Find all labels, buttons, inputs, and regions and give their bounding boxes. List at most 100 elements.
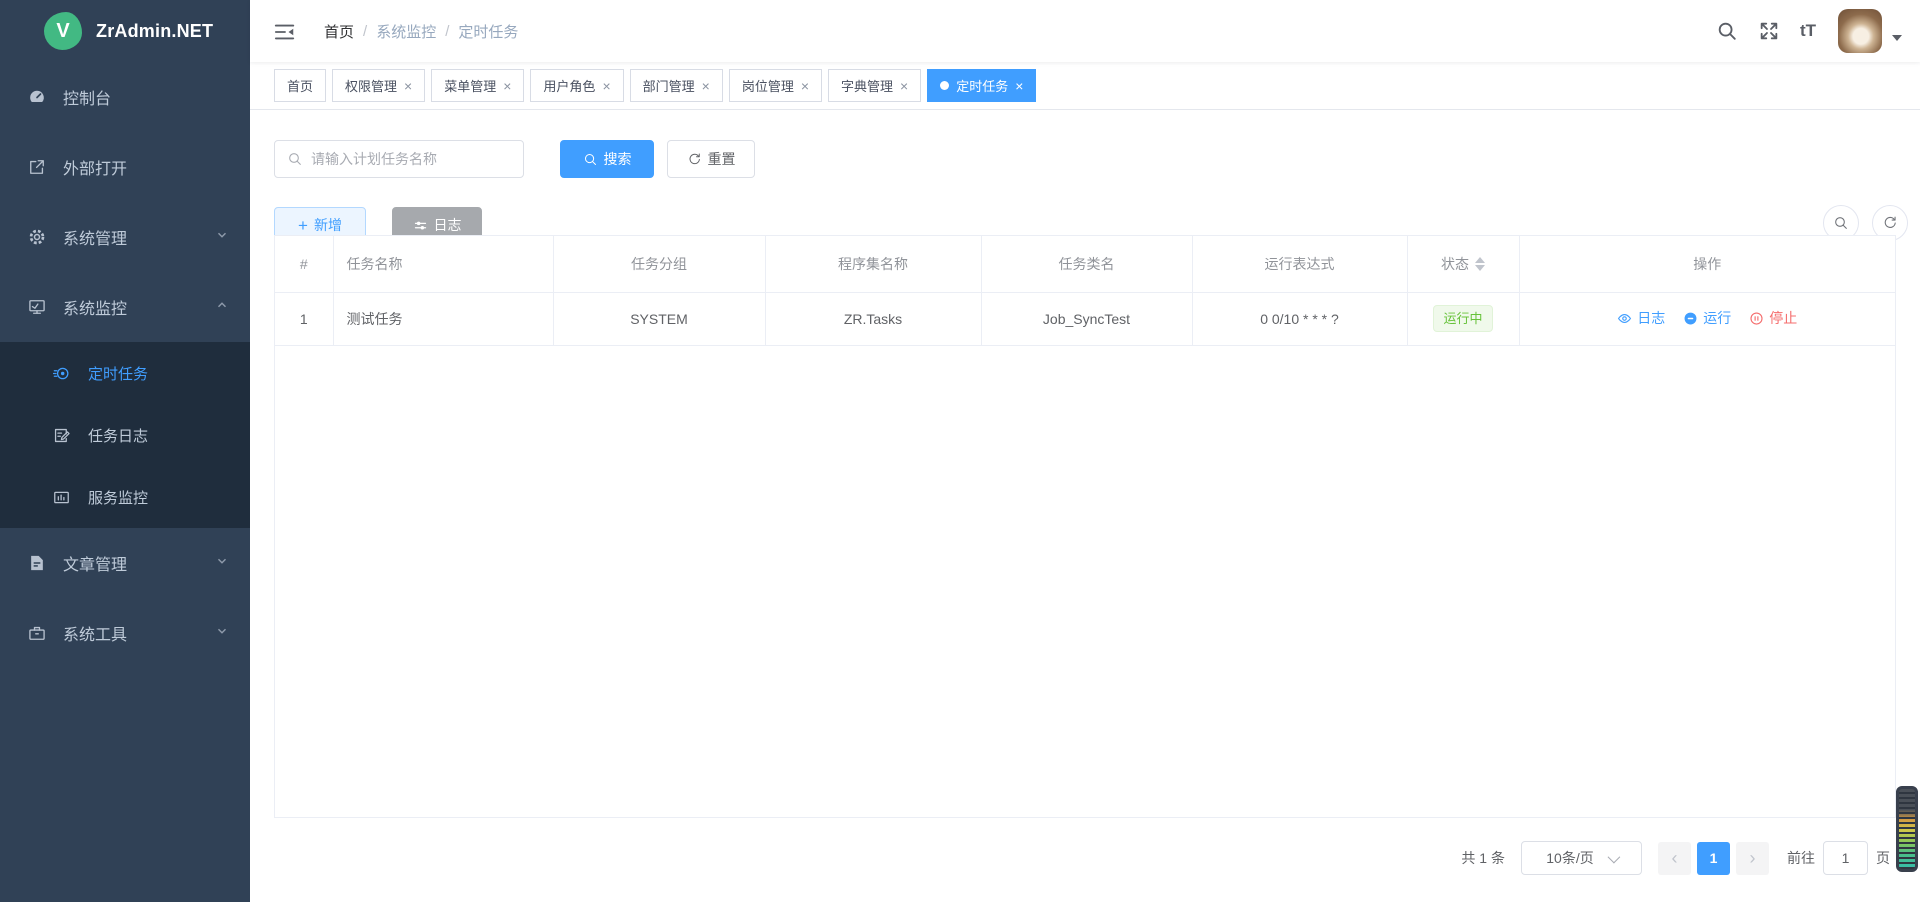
- prev-page-button[interactable]: ‹: [1658, 842, 1691, 875]
- breadcrumb-separator: /: [363, 23, 367, 40]
- sidebar-item-label: 系统监控: [63, 295, 127, 319]
- active-dot: [940, 81, 949, 90]
- sidebar-item-scheduled-tasks[interactable]: 定时任务: [0, 342, 250, 404]
- close-icon[interactable]: ×: [702, 79, 710, 93]
- stop-icon: [1749, 311, 1764, 326]
- row-stop-link[interactable]: 停止: [1749, 308, 1797, 328]
- sidebar: V ZrAdmin.NET 控制台 外部打开 系统管理: [0, 0, 250, 902]
- row-log-link[interactable]: 日志: [1617, 308, 1665, 328]
- next-page-button[interactable]: ›: [1736, 842, 1769, 875]
- tab-menu-management[interactable]: 菜单管理×: [431, 69, 524, 102]
- cell-cron: 0 0/10 * * * ?: [1192, 292, 1407, 345]
- gear-icon: [27, 227, 47, 247]
- monitor-icon: [27, 297, 47, 317]
- tab-label: 权限管理: [345, 76, 397, 95]
- sidebar-item-label: 文章管理: [63, 551, 127, 575]
- sidebar-item-system-management[interactable]: 系统管理: [0, 202, 250, 272]
- column-job-class: 任务类名: [981, 236, 1192, 292]
- cell-index: 1: [275, 292, 333, 345]
- run-icon: [1683, 311, 1698, 326]
- tab-label: 用户角色: [543, 76, 595, 95]
- row-run-link[interactable]: 运行: [1683, 308, 1731, 328]
- goto-page-input[interactable]: [1823, 841, 1868, 875]
- sidebar-item-label: 服务监控: [88, 487, 148, 508]
- close-icon[interactable]: ×: [602, 79, 610, 93]
- sort-desc-icon[interactable]: [1475, 265, 1485, 271]
- sliders-icon: [413, 218, 428, 233]
- sidebar-item-system-monitor[interactable]: 系统监控: [0, 272, 250, 342]
- cell-task-group: SYSTEM: [553, 292, 765, 345]
- sidebar-item-article-management[interactable]: 文章管理: [0, 528, 250, 598]
- close-icon[interactable]: ×: [503, 79, 511, 93]
- sort-asc-icon[interactable]: [1475, 257, 1485, 263]
- cell-assembly: ZR.Tasks: [765, 292, 981, 345]
- sidebar-item-label: 系统管理: [63, 225, 127, 249]
- tab-department-management[interactable]: 部门管理×: [630, 69, 723, 102]
- task-name-input[interactable]: [311, 151, 511, 167]
- logo-letter: V: [56, 20, 69, 43]
- sidebar-item-task-logs[interactable]: 任务日志: [0, 404, 250, 466]
- caret-down-icon[interactable]: [1892, 35, 1902, 41]
- close-icon[interactable]: ×: [1015, 79, 1023, 93]
- close-icon[interactable]: ×: [801, 79, 809, 93]
- column-task-group: 任务分组: [553, 236, 765, 292]
- reset-button[interactable]: 重置: [667, 140, 755, 178]
- app-title: ZrAdmin.NET: [96, 21, 213, 42]
- page-size-value: 10条/页: [1546, 848, 1593, 868]
- cell-status: 运行中: [1407, 292, 1519, 345]
- task-name-input-wrapper: [274, 140, 524, 178]
- view-icon: [1617, 311, 1632, 326]
- sidebar-item-external-open[interactable]: 外部打开: [0, 132, 250, 202]
- breadcrumb-system-monitor: 系统监控: [376, 21, 436, 42]
- table-row[interactable]: 1 测试任务 SYSTEM ZR.Tasks Job_SyncTest 0 0/…: [275, 292, 1895, 345]
- tab-position-management[interactable]: 岗位管理×: [729, 69, 822, 102]
- search-button-label: 搜索: [604, 149, 632, 169]
- scroll-minimap-widget[interactable]: [1896, 786, 1918, 872]
- sidebar-item-system-tools[interactable]: 系统工具: [0, 598, 250, 668]
- column-status[interactable]: 状态: [1407, 236, 1519, 292]
- search-form: 搜索 重置: [274, 140, 755, 178]
- tab-dict-management[interactable]: 字典管理 ×: [828, 69, 921, 102]
- sort-icons[interactable]: [1475, 257, 1485, 271]
- tasks-table: # 任务名称 任务分组 程序集名称 任务类名 运行表达式 状态 操作 1: [275, 236, 1895, 346]
- avatar[interactable]: [1838, 9, 1882, 53]
- document-icon: [27, 553, 47, 573]
- app-window: V ZrAdmin.NET 控制台 外部打开 系统管理: [0, 0, 1920, 902]
- search-icon: [287, 151, 303, 167]
- plus-icon: +: [298, 217, 308, 234]
- search-button[interactable]: 搜索: [560, 140, 654, 178]
- goto-label: 前往: [1787, 848, 1815, 868]
- close-icon[interactable]: ×: [900, 79, 908, 93]
- main-content: 搜索 重置 + 新增 日志: [250, 110, 1920, 902]
- cell-job-class: Job_SyncTest: [981, 292, 1192, 345]
- search-icon: [583, 152, 598, 167]
- pagination-total: 共 1 条: [1461, 848, 1505, 868]
- chevron-down-icon: [1607, 850, 1620, 863]
- chevron-up-icon: [216, 298, 228, 316]
- page-number-1[interactable]: 1: [1697, 842, 1730, 875]
- column-cron: 运行表达式: [1192, 236, 1407, 292]
- fullscreen-icon[interactable]: [1758, 20, 1780, 42]
- log-button-label: 日志: [434, 215, 462, 235]
- sidebar-collapse-icon[interactable]: [274, 21, 296, 41]
- cell-task-name: 测试任务: [333, 292, 553, 345]
- topbar: 首页 / 系统监控 / 定时任务 tT: [250, 0, 1920, 62]
- sidebar-item-dashboard[interactable]: 控制台: [0, 62, 250, 132]
- tab-home[interactable]: 首页: [274, 69, 326, 102]
- breadcrumb-home[interactable]: 首页: [324, 21, 354, 42]
- tab-scheduled-tasks[interactable]: 定时任务×: [927, 69, 1036, 102]
- add-button-label: 新增: [314, 215, 342, 235]
- task-log-icon: [52, 426, 71, 445]
- app-logo[interactable]: V ZrAdmin.NET: [0, 0, 250, 62]
- column-actions: 操作: [1519, 236, 1895, 292]
- chevron-down-icon: [216, 554, 228, 572]
- search-icon[interactable]: [1716, 20, 1738, 42]
- sidebar-item-service-monitor[interactable]: 服务监控: [0, 466, 250, 528]
- tab-label: 字典管理: [841, 76, 893, 95]
- tab-user-roles[interactable]: 用户角色 ×: [530, 69, 623, 102]
- page-size-select[interactable]: 10条/页: [1521, 841, 1642, 875]
- font-size-icon[interactable]: tT: [1800, 21, 1816, 41]
- sidebar-item-label: 任务日志: [88, 425, 148, 446]
- close-icon[interactable]: ×: [404, 79, 412, 93]
- tab-permission-management[interactable]: 权限管理 ×: [332, 69, 425, 102]
